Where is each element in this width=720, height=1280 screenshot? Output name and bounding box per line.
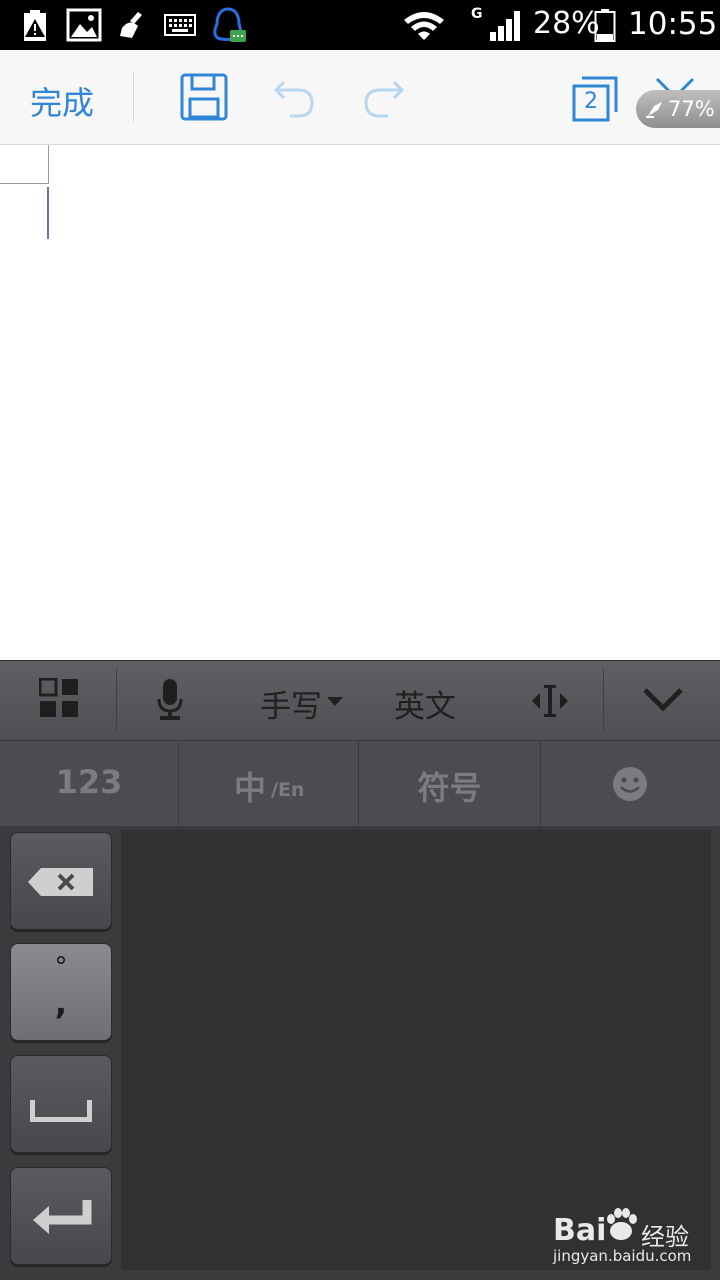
rocket-icon: [646, 102, 662, 118]
watermark-brand: Bai: [553, 1213, 607, 1248]
floating-badge-label: 77%: [668, 97, 715, 121]
tab-english-sub-label: /En: [271, 779, 305, 801]
handwriting-mode-button[interactable]: 手写: [260, 681, 322, 726]
clock: 10:55: [628, 6, 718, 42]
battery-warning-icon: [24, 10, 46, 41]
battery-percent: 28%: [533, 6, 600, 41]
emoji-icon: [613, 767, 647, 801]
keyboard-toolbar-divider: [603, 669, 604, 733]
keyboard-mode-tabs: 123 中 /En 符号: [0, 740, 720, 827]
table-cell[interactable]: [0, 145, 49, 184]
keyboard-icon: [164, 14, 196, 36]
tab-chinese-label: 中: [234, 769, 267, 807]
tab-emoji[interactable]: [541, 741, 720, 827]
signal-icon: [490, 11, 520, 41]
punctuation-top-label: °: [54, 952, 68, 982]
enter-icon: [33, 1200, 92, 1234]
space-key[interactable]: [10, 1055, 112, 1153]
hide-keyboard-icon[interactable]: [642, 687, 684, 713]
tab-numbers-label: 123: [55, 763, 123, 801]
battery-icon: [594, 9, 616, 42]
page-count-button[interactable]: 2: [572, 74, 620, 122]
qq-message-icon: [213, 7, 246, 42]
floating-memory-badge[interactable]: 77%: [636, 90, 720, 128]
cleaner-icon: [120, 12, 142, 38]
backspace-icon: [28, 868, 93, 896]
done-button[interactable]: 完成: [30, 78, 94, 124]
space-icon: [30, 1100, 92, 1122]
tab-chinese-english[interactable]: 中 /En: [179, 741, 359, 827]
status-bar: G 28% 10:55: [0, 0, 720, 50]
baidu-paw-icon: [607, 1208, 637, 1240]
text-cursor: [47, 187, 49, 239]
microphone-icon[interactable]: [156, 677, 184, 721]
handwriting-pad[interactable]: [121, 830, 711, 1270]
watermark-url: jingyan.baidu.com: [553, 1247, 692, 1265]
keyboard-toolbar: 手写 英文: [0, 660, 720, 741]
keyboard-toolbar-divider: [116, 669, 117, 733]
enter-key[interactable]: [10, 1167, 112, 1265]
wifi-icon: [404, 12, 444, 40]
redo-icon[interactable]: [362, 76, 406, 120]
english-mode-button[interactable]: 英文: [394, 681, 456, 726]
network-type-label: G: [471, 6, 483, 22]
tab-symbols-label: 符号: [417, 769, 482, 807]
punctuation-bottom-label: ,: [54, 984, 68, 1022]
document-canvas[interactable]: [0, 145, 720, 660]
punctuation-key[interactable]: ° ,: [10, 943, 112, 1041]
page-count: 2: [584, 89, 598, 114]
gallery-icon: [66, 8, 102, 42]
backspace-key[interactable]: [10, 832, 112, 930]
save-icon[interactable]: [180, 73, 228, 121]
toolbar-divider: [133, 72, 134, 122]
undo-icon[interactable]: [272, 76, 316, 120]
editor-toolbar: 完成 2: [0, 50, 720, 145]
tab-numbers[interactable]: 123: [0, 741, 179, 827]
dropdown-arrow-icon: [327, 697, 343, 706]
cursor-move-icon[interactable]: [530, 681, 570, 721]
tab-symbols[interactable]: 符号: [359, 741, 541, 827]
grid-menu-icon[interactable]: [39, 678, 79, 718]
